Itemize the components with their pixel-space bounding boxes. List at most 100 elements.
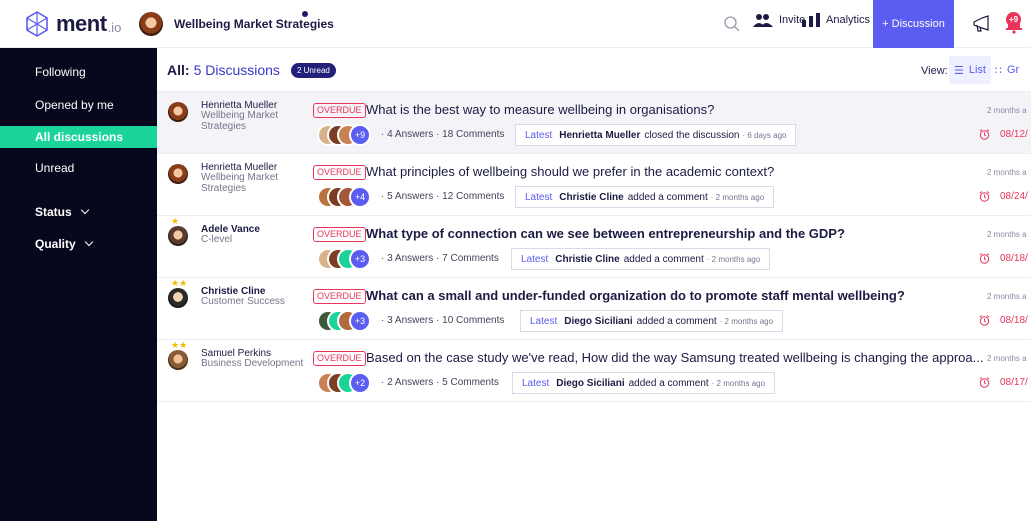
created-time: 2 months a (987, 354, 1027, 363)
group-switcher[interactable]: Wellbeing Market Strategies (139, 11, 334, 36)
latest-action: added a comment (623, 253, 704, 265)
sidebar-item-unread[interactable]: Unread (0, 157, 157, 179)
overdue-badge: OVERDUE (313, 165, 366, 180)
participant-avatars[interactable]: +4 (317, 186, 377, 208)
participant-avatars[interactable]: +2 (317, 372, 377, 394)
latest-user: Diego Siciliani (564, 315, 633, 327)
due-date-label: 08/17/ (1000, 377, 1028, 388)
answers-comments-count: · 2 Answers · 5 Comments (381, 377, 499, 388)
latest-time: · 2 months ago (719, 316, 774, 326)
due-date-label: 08/18/ (1000, 315, 1028, 326)
overdue-badge: OVERDUE (313, 351, 366, 366)
latest-action: added a comment (628, 377, 709, 389)
latest-activity[interactable]: Latest Christie Cline added a comment · … (511, 248, 771, 270)
logo[interactable]: ment .io (24, 10, 121, 38)
search-icon[interactable] (723, 15, 741, 33)
discussion-question[interactable]: Based on the case study we've read, How … (366, 350, 983, 365)
bar-chart-icon (802, 13, 820, 27)
analytics-button[interactable]: Analytics (801, 13, 870, 27)
latest-time: · 2 months ago (711, 378, 766, 388)
discussion-row[interactable]: Henrietta Mueller Wellbeing Market Strat… (157, 92, 1031, 154)
sidebar-item-opened-by-me[interactable]: Opened by me (0, 94, 157, 116)
sidebar: Following Opened by me All discussions U… (0, 48, 157, 521)
latest-time: · 2 months ago (706, 254, 761, 264)
status-filter[interactable]: Status (35, 205, 89, 219)
notifications-button[interactable]: +9 (1003, 12, 1025, 34)
created-time: 2 months a (987, 168, 1027, 177)
due-date: 08/12/ (979, 129, 1028, 140)
overdue-badge: OVERDUE (313, 289, 366, 304)
new-discussion-button[interactable]: + Discussion (873, 0, 954, 48)
group-name: Wellbeing Market Strategies (174, 17, 334, 31)
due-date: 08/18/ (979, 253, 1028, 264)
participant-avatars[interactable]: +9 (317, 124, 377, 146)
answers-comments-count: · 3 Answers · 7 Comments (381, 253, 499, 264)
created-time: 2 months a (987, 106, 1027, 115)
latest-action: closed the discussion (644, 129, 740, 141)
latest-label: Latest (525, 129, 553, 141)
latest-action: added a comment (627, 191, 708, 203)
avatar[interactable] (168, 288, 188, 308)
latest-activity[interactable]: Latest Henrietta Mueller closed the disc… (515, 124, 797, 146)
group-unread-dot (302, 11, 308, 17)
author-subtitle: Customer Success (201, 296, 285, 307)
due-date: 08/18/ (979, 315, 1028, 326)
participant-avatars[interactable]: +3 (317, 310, 377, 332)
brand-tld: .io (107, 19, 122, 35)
latest-user: Henrietta Mueller (559, 129, 641, 141)
more-participants-badge: +3 (349, 248, 371, 270)
latest-label: Latest (521, 253, 549, 265)
chevron-down-icon (84, 237, 93, 247)
view-list-toggle[interactable]: ☰ List (949, 56, 991, 84)
alarm-clock-icon (979, 129, 990, 140)
more-participants-badge: +4 (349, 186, 371, 208)
participant-avatars[interactable]: +3 (317, 248, 377, 270)
latest-label: Latest (525, 191, 553, 203)
brand-name: ment (56, 11, 107, 36)
discussion-row[interactable]: Henrietta Mueller Wellbeing Market Strat… (157, 154, 1031, 216)
avatar[interactable] (168, 350, 188, 370)
discussion-question[interactable]: What can a small and under-funded organi… (366, 288, 905, 303)
due-date: 08/24/ (979, 191, 1028, 202)
avatar[interactable] (168, 226, 188, 246)
overdue-badge: OVERDUE (313, 227, 366, 242)
analytics-label: Analytics (826, 14, 871, 26)
latest-action: added a comment (636, 315, 717, 327)
grid-icon: ∷ (995, 64, 1002, 77)
due-date-label: 08/24/ (1000, 191, 1028, 202)
author-subtitle: Wellbeing Market Strategies (201, 110, 279, 132)
latest-time: · 2 months ago (710, 192, 765, 202)
latest-activity[interactable]: Latest Diego Siciliani added a comment ·… (520, 310, 784, 332)
ment-logo-icon (26, 11, 48, 37)
latest-activity[interactable]: Latest Christie Cline added a comment · … (515, 186, 775, 208)
invite-button[interactable]: Invite (753, 13, 805, 27)
due-date-label: 08/12/ (1000, 129, 1028, 140)
sidebar-item-following[interactable]: Following (0, 61, 157, 83)
discussion-question[interactable]: What principles of wellbeing should we p… (366, 164, 774, 179)
answers-comments-count: · 3 Answers · 10 Comments (381, 315, 505, 326)
status-filter-label: Status (35, 205, 72, 219)
latest-activity[interactable]: Latest Diego Siciliani added a comment ·… (512, 372, 776, 394)
discussion-question[interactable]: What type of connection can we see betwe… (366, 226, 845, 241)
author-subtitle: Business Development (201, 358, 304, 369)
quality-filter[interactable]: Quality (35, 237, 93, 251)
avatar[interactable] (168, 164, 188, 184)
discussion-row[interactable]: ★★ Christie Cline Customer Success OVERD… (157, 278, 1031, 340)
answers-comments-count: · 5 Answers · 12 Comments (381, 191, 505, 202)
page-title: All: 5 Discussions 2 Unread (167, 62, 336, 78)
sidebar-item-all-discussions[interactable]: All discussions (0, 126, 157, 148)
latest-user: Diego Siciliani (556, 377, 625, 389)
list-icon: ☰ (954, 64, 964, 77)
unread-badge[interactable]: 2 Unread (290, 62, 336, 78)
created-time: 2 months a (987, 292, 1027, 301)
discussion-question[interactable]: What is the best way to measure wellbein… (366, 102, 714, 117)
discussion-row[interactable]: ★★ Samuel Perkins Business Development O… (157, 340, 1031, 402)
view-grid-toggle[interactable]: ∷ Gr (995, 56, 1031, 84)
due-date: 08/17/ (979, 377, 1028, 388)
megaphone-icon[interactable] (972, 15, 992, 33)
view-label: View: (921, 65, 948, 77)
discussion-row[interactable]: ★ Adele Vance C-level OVERDUE What type … (157, 216, 1031, 278)
view-grid-label: Gr (1007, 64, 1020, 76)
avatar[interactable] (168, 102, 188, 122)
users-icon (753, 14, 773, 27)
